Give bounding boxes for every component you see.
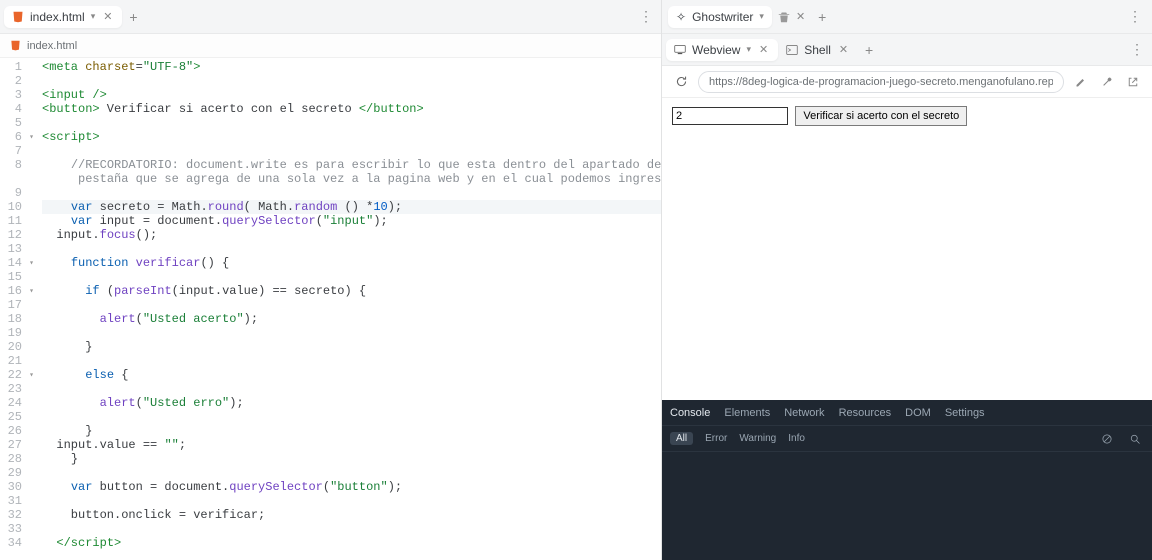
devtools-tab-dom[interactable]: DOM — [905, 407, 931, 419]
devtools-tab-settings[interactable]: Settings — [945, 407, 985, 419]
tab-ghostwriter[interactable]: ✧ Ghostwriter ▾ — [668, 6, 772, 28]
devtools-filter-row: All Error Warning Info — [662, 426, 1152, 452]
ghost-tab-strip: ✧ Ghostwriter ▾ ✕ + ⋮ — [662, 0, 1152, 34]
monitor-icon — [674, 44, 686, 56]
more-icon[interactable]: ⋮ — [1126, 39, 1148, 61]
page-number-input[interactable] — [672, 107, 788, 125]
editor-tab-strip: index.html ▾ ✕ + ⋮ — [0, 0, 661, 34]
sparkle-icon: ✧ — [676, 10, 686, 24]
more-icon[interactable]: ⋮ — [635, 6, 657, 28]
tab-webview[interactable]: Webview ▾ ✕ — [666, 39, 778, 61]
url-bar-row — [662, 66, 1152, 98]
ban-icon[interactable] — [1098, 430, 1116, 448]
tool-tab-strip: Webview ▾ ✕ Shell ✕ + ⋮ — [662, 34, 1152, 66]
editor-tab-index[interactable]: index.html ▾ ✕ — [4, 6, 122, 28]
devtools-tab-resources[interactable]: Resources — [839, 407, 892, 419]
ghost-tab-label: Ghostwriter — [692, 10, 753, 24]
right-pane: ✧ Ghostwriter ▾ ✕ + ⋮ Webview ▾ ✕ Shell … — [662, 0, 1152, 560]
filter-all[interactable]: All — [670, 432, 693, 445]
editor-tab-label: index.html — [30, 10, 85, 24]
filter-warning[interactable]: Warning — [739, 433, 776, 444]
more-icon[interactable]: ⋮ — [1124, 6, 1146, 28]
close-icon[interactable]: ✕ — [796, 10, 805, 23]
reload-icon[interactable] — [672, 73, 690, 91]
new-tab-button[interactable]: + — [858, 39, 880, 61]
url-input[interactable] — [698, 71, 1064, 93]
chevron-down-icon[interactable]: ▾ — [91, 11, 96, 22]
close-icon[interactable]: ✕ — [837, 43, 850, 56]
editor-pane: index.html ▾ ✕ + ⋮ index.html 123456▾789… — [0, 0, 662, 560]
webview-content: Verificar si acerto con el secreto — [662, 98, 1152, 400]
line-gutter: 123456▾7891011121314▾1516▾171819202122▾2… — [0, 58, 28, 560]
search-icon[interactable] — [1126, 430, 1144, 448]
close-icon[interactable]: ✕ — [757, 43, 770, 56]
wrench-icon[interactable] — [1098, 73, 1116, 91]
devtools-tabs: Console Elements Network Resources DOM S… — [662, 400, 1152, 426]
filter-info[interactable]: Info — [788, 433, 805, 444]
filter-error[interactable]: Error — [705, 433, 727, 444]
close-icon[interactable]: ✕ — [101, 10, 114, 23]
verify-button[interactable]: Verificar si acerto con el secreto — [795, 106, 967, 126]
chevron-down-icon[interactable]: ▾ — [746, 44, 751, 55]
terminal-icon — [786, 44, 798, 56]
devtools-tab-console[interactable]: Console — [670, 407, 710, 419]
breadcrumb: index.html — [27, 40, 77, 52]
trash-icon[interactable] — [778, 11, 790, 23]
chevron-down-icon[interactable]: ▾ — [759, 11, 764, 22]
breadcrumb-bar: index.html — [0, 34, 661, 58]
devtools-panel: Console Elements Network Resources DOM S… — [662, 400, 1152, 560]
html-file-icon — [10, 40, 21, 51]
pencil-icon[interactable] — [1072, 73, 1090, 91]
devtools-console-body[interactable] — [662, 452, 1152, 560]
open-external-icon[interactable] — [1124, 73, 1142, 91]
code-area[interactable]: <meta charset="UTF-8"><input /><button> … — [28, 58, 661, 560]
webview-tab-label: Webview — [692, 43, 740, 57]
html-file-icon — [12, 11, 24, 23]
devtools-tab-network[interactable]: Network — [784, 407, 824, 419]
shell-tab-label: Shell — [804, 43, 831, 57]
code-editor[interactable]: 123456▾7891011121314▾1516▾171819202122▾2… — [0, 58, 661, 560]
tab-shell[interactable]: Shell ✕ — [778, 39, 858, 61]
new-tab-button[interactable]: + — [811, 6, 833, 28]
devtools-tab-elements[interactable]: Elements — [724, 407, 770, 419]
new-tab-button[interactable]: + — [122, 6, 144, 28]
